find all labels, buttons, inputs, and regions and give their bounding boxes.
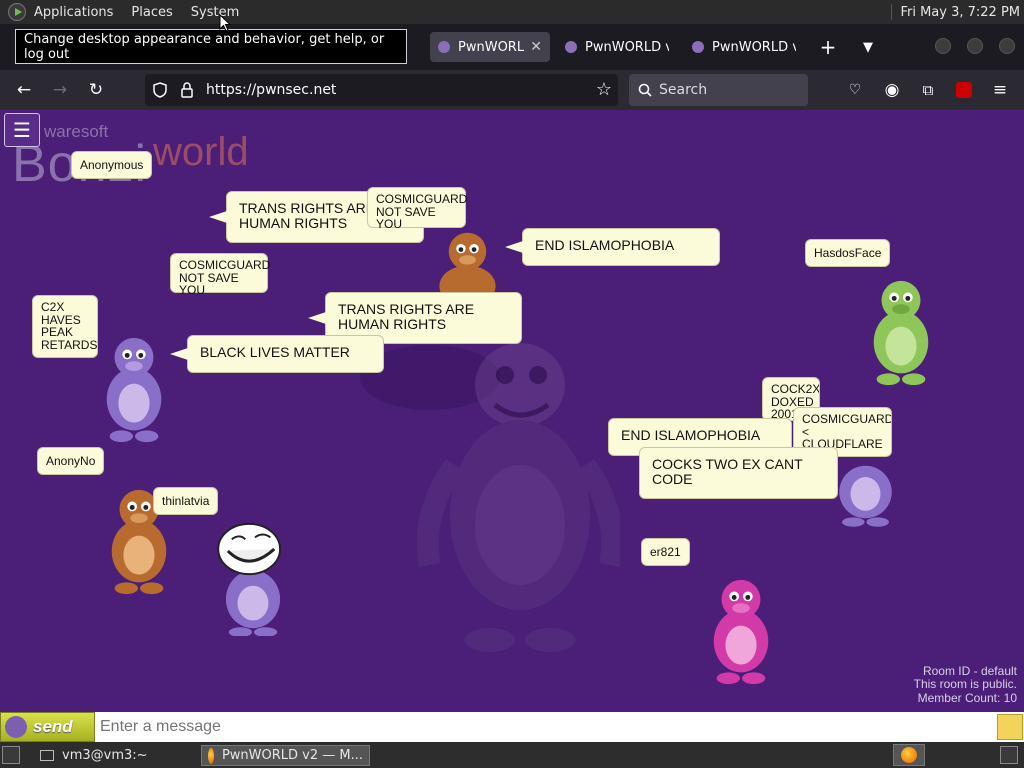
room-public-text: This room is public.: [913, 677, 1017, 692]
maximize-button[interactable]: [967, 38, 983, 54]
system-menu[interactable]: System: [191, 5, 239, 20]
taskbar-browser[interactable]: PwnWORLD v2 — M...: [201, 745, 370, 766]
reload-icon[interactable]: ↻: [84, 78, 108, 102]
new-tab-button[interactable]: +: [818, 33, 838, 61]
speech-bubble: COSMICGUARD NOT SAVE YOU: [170, 253, 270, 296]
pocket-icon[interactable]: ♡: [843, 78, 867, 102]
tab-title: PwnWORLD v: [585, 39, 669, 55]
show-desktop-icon[interactable]: [2, 746, 20, 764]
bonzi-favicon-icon: [565, 41, 577, 53]
terminal-icon: [40, 750, 54, 761]
top-panel: Applications Places System Fri May 3, 7:…: [0, 0, 1024, 24]
taskbar-terminal-label: vm3@vm3:~: [62, 748, 148, 763]
bonzi-favicon-icon: [692, 41, 704, 53]
room-menu-hamburger-icon[interactable]: ☰: [4, 113, 40, 147]
ublock-icon[interactable]: [952, 78, 976, 102]
name-tag-anonymous: Anonymous: [71, 151, 153, 179]
system-menu-tooltip: Change desktop appearance and behavior, …: [15, 29, 407, 64]
name-tag-er821: er821: [641, 538, 690, 566]
panel-clock-area: Fri May 3, 7:22 PM: [891, 0, 1020, 24]
list-tabs-chevron-icon[interactable]: ▼: [858, 33, 878, 61]
close-window-button[interactable]: [999, 38, 1015, 54]
room-id-text: Room ID - default: [922, 663, 1017, 678]
clock[interactable]: Fri May 3, 7:22 PM: [900, 5, 1020, 20]
green-bonzi-avatar[interactable]: [862, 276, 940, 388]
mouse-cursor-icon: [219, 14, 231, 32]
hamburger-menu-icon[interactable]: ≡: [988, 78, 1012, 102]
tab-pwnworld-1[interactable]: PwnWORLD ✕: [430, 32, 550, 62]
bottom-taskbar: vm3@vm3:~ PwnWORLD v2 — M...: [0, 742, 1024, 768]
extensions-puzzle-icon[interactable]: ⧉: [916, 78, 940, 102]
logo-soft-text: waresoft: [44, 122, 109, 141]
tray-firefox-button[interactable]: [893, 744, 925, 766]
search-placeholder: Search: [659, 82, 708, 98]
firefox-icon: [208, 747, 214, 764]
workspace-switcher-icon[interactable]: [1000, 746, 1018, 764]
background-bonzi-icon: [416, 343, 620, 652]
lock-icon[interactable]: [181, 82, 193, 98]
minimize-button[interactable]: [935, 38, 951, 54]
name-tag-anonyno: AnonyNo: [37, 447, 105, 475]
forward-arrow-icon[interactable]: →: [48, 78, 72, 102]
places-menu[interactable]: Places: [131, 5, 172, 20]
trollface-bonzi-avatar[interactable]: [214, 520, 292, 636]
bonziworld-room: ☰ Bonzi waresoft world: [0, 110, 1024, 712]
speech-bubble: COCKS TWO EX CANT CODE: [639, 447, 838, 499]
bonzi-favicon-icon: [438, 41, 450, 53]
tab-pwnworld-2[interactable]: PwnWORLD v: [557, 32, 677, 62]
image-attach-icon[interactable]: [997, 714, 1023, 740]
purple-bonzi-avatar[interactable]: [95, 333, 173, 445]
bonzi-head-icon: [5, 716, 27, 738]
taskbar-browser-label: PwnWORLD v2 — M...: [221, 748, 363, 763]
room-info: Room ID - default This room is public. M…: [913, 663, 1017, 706]
logo-world-text: world: [153, 130, 249, 174]
bookmark-star-icon[interactable]: ☆: [596, 79, 612, 100]
back-arrow-icon[interactable]: ←: [12, 78, 36, 102]
url-text[interactable]: https://pwnsec.net: [206, 82, 336, 98]
tab-pwnworld-3[interactable]: PwnWORLD v: [684, 32, 804, 62]
send-button[interactable]: send: [0, 712, 95, 742]
speech-bubble: END ISLAMOPHOBIA: [505, 228, 720, 266]
applications-menu[interactable]: Applications: [34, 5, 113, 20]
name-tag-hasdosface: HasdosFace: [805, 239, 891, 267]
speech-bubble: COSMICGUARD NOT SAVE YOU: [367, 187, 467, 230]
taskbar-terminal[interactable]: vm3@vm3:~: [34, 745, 198, 766]
url-bar[interactable]: https://pwnsec.net ☆: [145, 74, 618, 106]
chat-bar: send: [0, 712, 1024, 742]
name-tag-thinlatvia: thinlatvia: [153, 487, 219, 515]
search-input[interactable]: Search: [629, 74, 808, 106]
speech-bubble: BLACK LIVES MATTER: [170, 335, 384, 373]
member-count-text: Member Count: 10: [917, 691, 1017, 706]
account-icon[interactable]: ◉: [880, 78, 904, 102]
pink-bonzi-avatar[interactable]: [702, 575, 780, 687]
send-label: send: [33, 717, 73, 736]
firefox-icon: [901, 747, 917, 763]
tab-title: PwnWORLD v: [712, 39, 796, 55]
close-tab-icon[interactable]: ✕: [530, 39, 542, 55]
speech-bubble: C2X HAVES PEAK RETARDS: [32, 295, 98, 358]
shield-icon[interactable]: [153, 82, 167, 98]
panel-separator: [891, 4, 893, 20]
search-icon: [638, 83, 652, 97]
chat-message-input[interactable]: [96, 712, 996, 742]
tab-title: PwnWORLD: [458, 39, 525, 55]
distro-logo-icon[interactable]: [8, 3, 26, 21]
desktop-screen: Applications Places System Fri May 3, 7:…: [0, 0, 1024, 768]
browser-nav-bar: ← → ↻ https://pwnsec.net ☆ Search ♡ ◉ ⧉: [0, 70, 1024, 110]
